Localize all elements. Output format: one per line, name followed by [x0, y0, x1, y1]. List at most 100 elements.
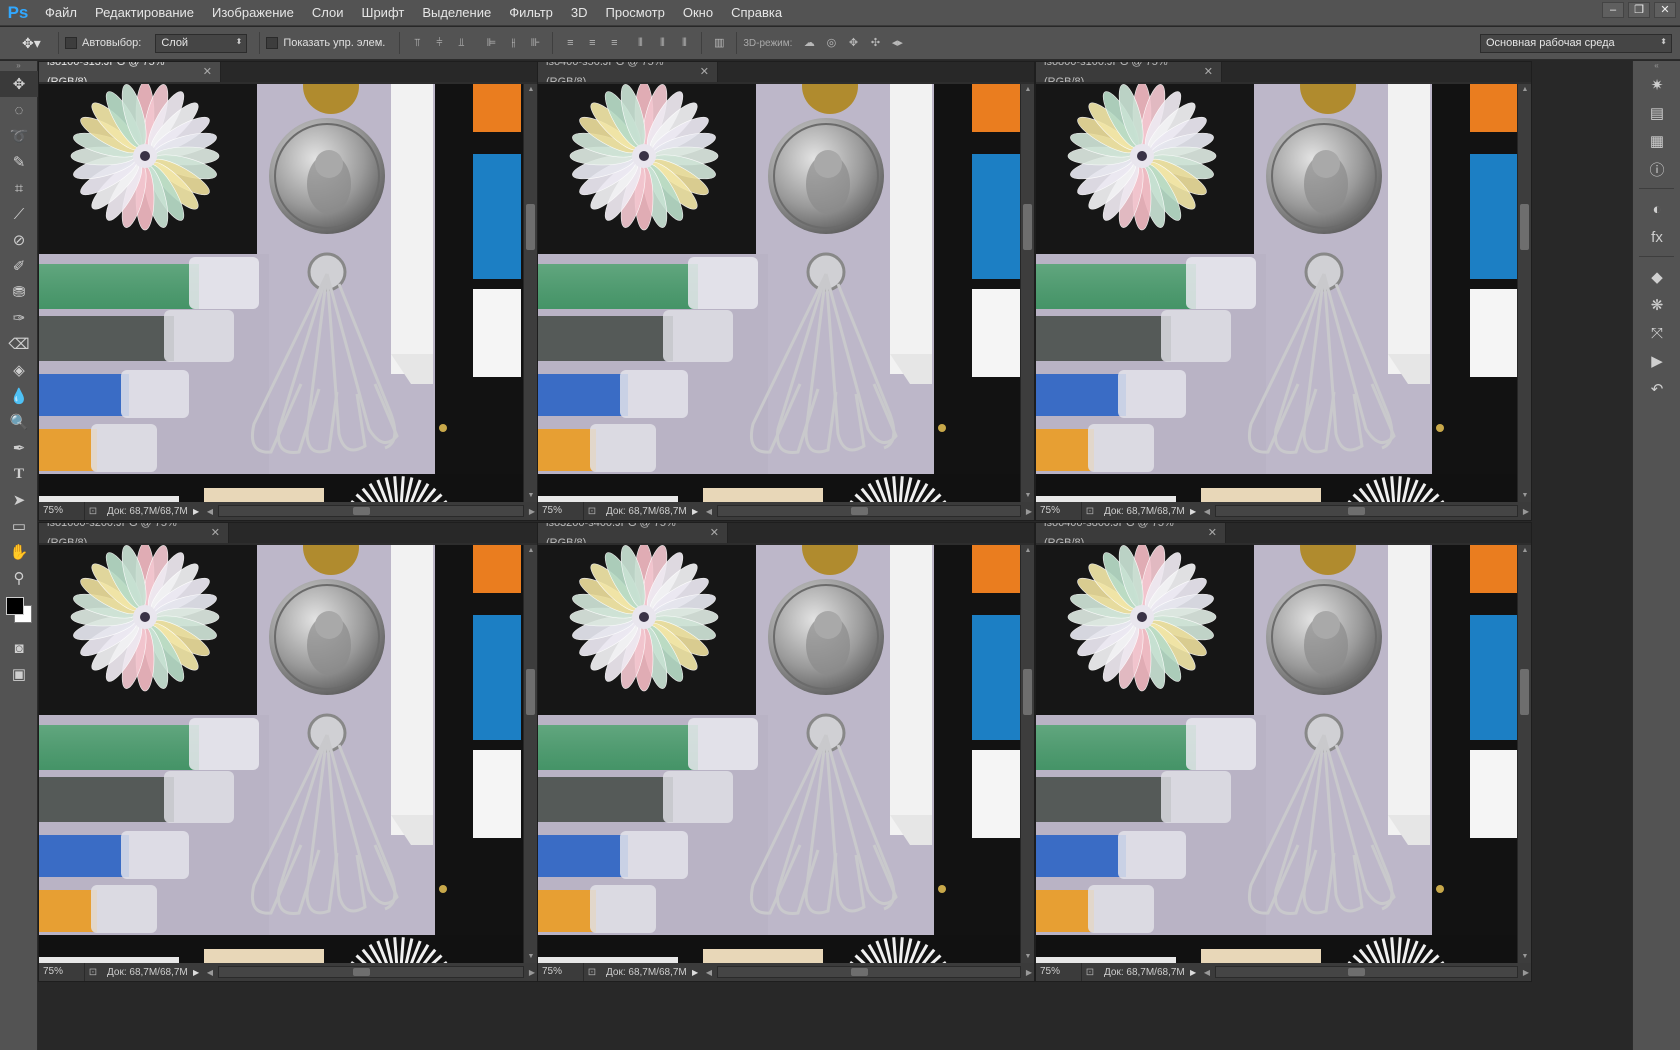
align-right-icon[interactable]: ⊪	[528, 36, 542, 50]
distribute-bottom-icon[interactable]: ≡	[607, 36, 621, 50]
align-bottom-icon[interactable]: ⫫	[454, 36, 468, 50]
crop-tool-icon[interactable]: ⌗	[0, 175, 38, 201]
3d-roll-icon[interactable]: ◎	[824, 36, 838, 50]
status-info-icon[interactable]: ⊡	[584, 506, 600, 517]
scroll-right-icon[interactable]: ▶	[1024, 507, 1034, 516]
document-tab[interactable]: iso100-s13.JPG @ 75% (RGB/8) ✕	[39, 62, 221, 88]
distribute-right-icon[interactable]: ⦀	[677, 36, 691, 50]
scroll-right-icon[interactable]: ▶	[1521, 968, 1531, 977]
scroll-left-icon[interactable]: ◀	[1202, 507, 1212, 516]
close-tab-icon[interactable]: ✕	[1208, 523, 1217, 543]
menu-edit[interactable]: Редактирование	[86, 0, 203, 26]
panel-collapse-icon[interactable]: »	[0, 61, 37, 71]
quick-mask-icon[interactable]: ◙	[0, 635, 38, 661]
color-panel-icon[interactable]: ▤	[1633, 99, 1680, 127]
adjustments-panel-icon[interactable]: ◐	[1633, 195, 1680, 223]
horizontal-scrollbar[interactable]	[1215, 505, 1518, 517]
document-window-3[interactable]: iso800-s100.JPG @ 75% (RGB/8) ✕	[1035, 61, 1532, 521]
distribute-vcenter-icon[interactable]: ≡	[585, 36, 599, 50]
menu-filter[interactable]: Фильтр	[500, 0, 562, 26]
document-window-2[interactable]: iso400-s50.JPG @ 75% (RGB/8) ✕	[537, 61, 1035, 521]
path-selection-tool-icon[interactable]: ➤	[0, 487, 38, 513]
scroll-up-icon[interactable]: ▲	[1024, 86, 1032, 94]
history-panel-icon[interactable]: ↶	[1633, 375, 1680, 403]
menu-type[interactable]: Шрифт	[353, 0, 414, 26]
3d-scale-icon[interactable]: ◂▸	[890, 36, 904, 50]
document-tab[interactable]: iso1600-s200.JPG @ 75% (RGB/8) ✕	[39, 523, 229, 549]
pen-tool-icon[interactable]: ✒	[0, 435, 38, 461]
scroll-left-icon[interactable]: ◀	[205, 507, 215, 516]
zoom-field[interactable]: 75%	[538, 502, 584, 520]
status-info-icon[interactable]: ⊡	[85, 967, 101, 978]
image-canvas[interactable]	[538, 84, 1020, 502]
image-canvas[interactable]	[39, 84, 523, 502]
styles-panel-icon[interactable]: fx	[1633, 223, 1680, 251]
scroll-thumb[interactable]	[352, 968, 370, 976]
scroll-left-icon[interactable]: ◀	[205, 968, 215, 977]
scroll-down-icon[interactable]: ▼	[1024, 492, 1032, 500]
scroll-down-icon[interactable]: ▼	[1024, 953, 1032, 961]
3d-pan-icon[interactable]: ✥	[846, 36, 860, 50]
close-tab-icon[interactable]: ✕	[1204, 62, 1213, 82]
minimize-button[interactable]: –	[1602, 2, 1624, 18]
close-button[interactable]: ✕	[1654, 2, 1676, 18]
auto-align-icon[interactable]: ▥	[712, 36, 726, 50]
scroll-left-icon[interactable]: ◀	[704, 968, 714, 977]
workspace-dropdown[interactable]: Основная рабочая среда ⬍	[1480, 33, 1672, 53]
status-info-icon[interactable]: ⊡	[584, 967, 600, 978]
scroll-down-icon[interactable]: ▼	[527, 953, 535, 961]
scroll-left-icon[interactable]: ◀	[704, 507, 714, 516]
channels-panel-icon[interactable]: ❋	[1633, 291, 1680, 319]
dock-expand-icon[interactable]: «	[1633, 61, 1680, 71]
status-info-icon[interactable]: ⊡	[1082, 967, 1098, 978]
zoom-field[interactable]: 75%	[538, 963, 584, 981]
status-menu-arrow-icon[interactable]: ▶	[193, 507, 205, 516]
scroll-thumb[interactable]	[1520, 669, 1529, 715]
scroll-down-icon[interactable]: ▼	[527, 492, 535, 500]
menu-layers[interactable]: Слои	[303, 0, 353, 26]
navigator-panel-icon[interactable]: ✷	[1633, 71, 1680, 99]
paths-panel-icon[interactable]: ⤧	[1633, 319, 1680, 347]
autoselect-dropdown[interactable]: Слой ⬍	[155, 33, 248, 53]
dodge-tool-icon[interactable]: 🔍	[0, 409, 38, 435]
scroll-thumb[interactable]	[526, 669, 535, 715]
quick-selection-tool-icon[interactable]: ✎	[0, 149, 38, 175]
distribute-top-icon[interactable]: ≡	[563, 36, 577, 50]
close-tab-icon[interactable]: ✕	[710, 523, 719, 543]
menu-help[interactable]: Справка	[722, 0, 791, 26]
menu-3d[interactable]: 3D	[562, 0, 597, 26]
move-tool-preset-icon[interactable]: ✥▾	[22, 35, 52, 52]
vertical-scrollbar[interactable]: ▲ ▼	[523, 545, 537, 963]
scroll-right-icon[interactable]: ▶	[1024, 968, 1034, 977]
status-info-icon[interactable]: ⊡	[85, 506, 101, 517]
document-tab[interactable]: iso800-s100.JPG @ 75% (RGB/8) ✕	[1036, 62, 1222, 88]
image-canvas[interactable]	[538, 545, 1020, 963]
status-menu-arrow-icon[interactable]: ▶	[1190, 968, 1202, 977]
align-top-icon[interactable]: ⫪	[410, 36, 424, 50]
document-window-4[interactable]: iso1600-s200.JPG @ 75% (RGB/8) ✕	[38, 522, 538, 982]
scroll-thumb[interactable]	[1348, 968, 1366, 976]
3d-slide-icon[interactable]: ✣	[868, 36, 882, 50]
document-tab[interactable]: iso6400-s800.JPG @ 75% (RGB/8) ✕	[1036, 523, 1226, 549]
scroll-thumb[interactable]	[352, 507, 370, 515]
type-tool-icon[interactable]: T	[0, 461, 38, 487]
foreground-color-swatch[interactable]	[6, 597, 24, 615]
menu-file[interactable]: Файл	[36, 0, 86, 26]
scroll-right-icon[interactable]: ▶	[527, 507, 537, 516]
paint-bucket-tool-icon[interactable]: ◈	[0, 357, 38, 383]
image-canvas[interactable]	[1036, 84, 1517, 502]
image-canvas[interactable]	[1036, 545, 1517, 963]
3d-rotate-icon[interactable]: ☁	[802, 36, 816, 50]
status-menu-arrow-icon[interactable]: ▶	[193, 968, 205, 977]
autoselect-checkbox[interactable]	[65, 37, 77, 49]
document-tab[interactable]: iso400-s50.JPG @ 75% (RGB/8) ✕	[538, 62, 718, 88]
align-vcenter-icon[interactable]: ⫩	[432, 36, 446, 50]
actions-panel-icon[interactable]: ▶	[1633, 347, 1680, 375]
spot-healing-tool-icon[interactable]: ⊘	[0, 227, 38, 253]
screen-mode-icon[interactable]: ▣	[0, 661, 38, 687]
scroll-thumb[interactable]	[850, 507, 868, 515]
show-controls-checkbox[interactable]	[266, 37, 279, 49]
horizontal-scrollbar[interactable]	[218, 505, 524, 517]
scroll-right-icon[interactable]: ▶	[527, 968, 537, 977]
hand-tool-icon[interactable]: ✋	[0, 539, 38, 565]
